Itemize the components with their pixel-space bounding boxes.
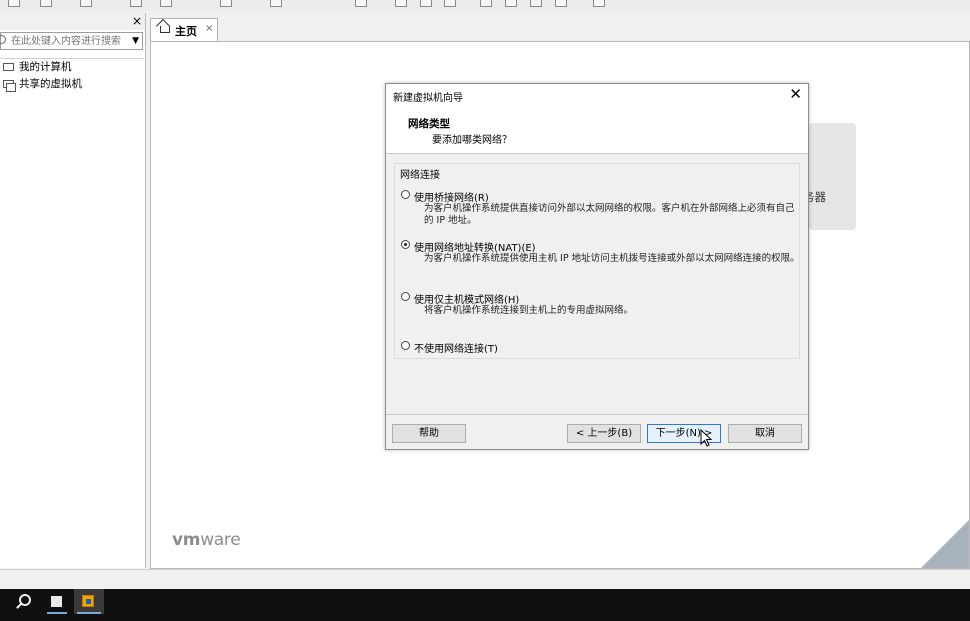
status-bar [0,569,970,590]
taskbar-vmware-button[interactable] [74,589,104,614]
dialog-title: 新建虚拟机向导 [393,93,463,104]
dialog-separator [386,414,808,415]
running-indicator [77,612,101,614]
dialog-subheading: 要添加哪类网络？ [432,135,512,146]
search-icon [0,35,6,44]
tab-home[interactable]: 主页 × [150,18,218,41]
dialog-header: 网络类型 要添加哪类网络？ [386,107,808,154]
toolbar-icon[interactable] [395,0,407,7]
toolbar [0,0,970,11]
toolbar-icon[interactable] [8,0,20,7]
option-label[interactable]: 使用桥接网络(R) [414,189,489,204]
option-description: 为客户机操作系统提供直接访问外部以太网网络的权限。客户机在外部网络上必须有自己的… [424,203,795,226]
toolbar-icon[interactable] [355,0,367,7]
group-title: 网络连接 [399,166,441,181]
radio-nat[interactable] [401,240,410,249]
option-description: 将客户机操作系统连接到主机上的专用虚拟网络。 [424,305,634,316]
mouse-cursor-icon [700,429,713,447]
dialog-heading: 网络类型 [408,118,450,130]
search-dropdown-icon[interactable]: ▼ [132,34,139,48]
toolbar-icon[interactable] [130,0,142,7]
toolbar-icon[interactable] [555,0,567,7]
home-action-card[interactable]: 务器 [803,123,856,230]
help-button[interactable]: 帮助 [392,424,466,443]
tab-bar: 主页 × [150,13,970,41]
library-search-input[interactable] [11,34,121,48]
corner-decoration [921,520,969,568]
running-indicator [47,612,67,614]
shared-vm-icon [3,80,16,92]
option-label[interactable]: 使用仅主机模式网络(H) [414,291,519,306]
toolbar-icon[interactable] [160,0,172,7]
tab-close-button[interactable]: × [205,23,213,34]
tree-item-label: 我的计算机 [19,61,72,73]
vmware-icon [82,595,94,607]
logo-part: vm [172,530,201,550]
radio-no-network[interactable] [401,341,410,350]
search-icon [19,594,31,606]
library-search-box[interactable]: ▼ [0,32,143,50]
tree-item-shared-vms[interactable]: 共享的虚拟机 [0,76,144,93]
taskbar-app-button[interactable] [44,589,70,614]
toolbar-icon[interactable] [530,0,542,7]
radio-host-only[interactable] [401,292,410,301]
back-button[interactable]: < 上一步(B) [567,424,641,443]
toolbar-icon[interactable] [593,0,605,7]
new-vm-wizard-dialog: 新建虚拟机向导 ✕ 网络类型 要添加哪类网络？ 网络连接 使用桥接网络(R) 为… [385,83,809,450]
dialog-close-icon[interactable]: ✕ [789,85,802,103]
library-sidebar: × ▼ 我的计算机 共享的虚拟机 [0,13,146,568]
option-description: 为客户机操作系统提供使用主机 IP 地址访问主机拨号连接或外部以太网网络连接的权… [424,253,800,264]
home-icon [160,26,170,33]
toolbar-icon[interactable] [40,0,52,7]
toolbar-icon[interactable] [505,0,517,7]
toolbar-icon[interactable] [80,0,92,7]
toolbar-icon[interactable] [220,0,232,7]
logo-part: ware [200,530,241,550]
dialog-titlebar: 新建虚拟机向导 ✕ [386,84,808,107]
option-label[interactable]: 使用网络地址转换(NAT)(E) [414,239,536,254]
toolbar-icon[interactable] [480,0,492,7]
radio-bridged[interactable] [401,190,410,199]
sidebar-close-button[interactable]: × [132,14,142,28]
sidebar-header: × [0,13,145,30]
computer-icon [3,63,14,71]
toolbar-icon[interactable] [444,0,456,7]
toolbar-icon[interactable] [420,0,432,7]
cancel-button[interactable]: 取消 [728,424,802,443]
tree-item-my-computer[interactable]: 我的计算机 [0,59,144,76]
app-icon [51,596,62,607]
network-connection-group: 网络连接 使用桥接网络(R) 为客户机操作系统提供直接访问外部以太网网络的权限。… [394,163,800,359]
taskbar-search-button[interactable] [13,589,35,614]
tree-item-label: 共享的虚拟机 [19,78,82,90]
toolbar-icon[interactable] [270,0,282,7]
taskbar [0,589,970,621]
tab-label: 主页 [175,25,197,38]
library-tree: 我的计算机 共享的虚拟机 [0,58,144,93]
vmware-logo: vmware [172,530,241,550]
option-label[interactable]: 不使用网络连接(T) [414,340,498,355]
